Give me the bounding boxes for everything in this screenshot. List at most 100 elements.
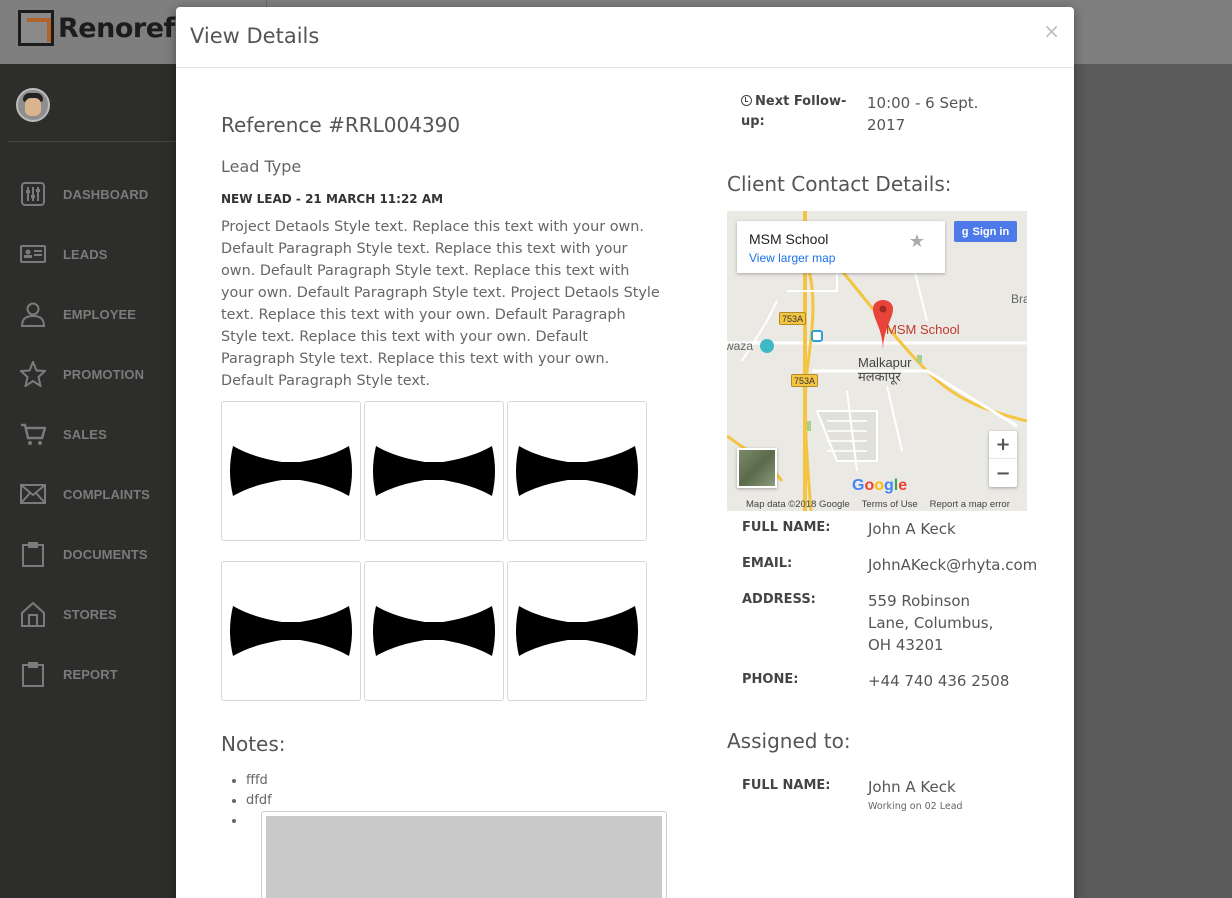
sign-in-label: Sign in bbox=[972, 225, 1010, 238]
sliders-icon bbox=[18, 179, 48, 209]
field-label: ADDRESS: bbox=[742, 592, 816, 607]
sidebar-item-complaints[interactable]: COMPLAINTS bbox=[0, 464, 176, 524]
note-input[interactable] bbox=[261, 811, 667, 898]
client-phone[interactable]: +44 740 436 2508 bbox=[868, 670, 1048, 692]
field-label: PHONE: bbox=[742, 672, 799, 687]
lead-type-heading: Lead Type bbox=[221, 157, 302, 176]
map-pin-label: MSM School bbox=[886, 322, 960, 337]
map-town-label: Malkapur मलकापूर bbox=[858, 355, 912, 384]
gallery-image[interactable] bbox=[507, 401, 647, 541]
sidebar-item-documents[interactable]: DOCUMENTS bbox=[0, 524, 176, 584]
bow-tie-icon bbox=[230, 606, 352, 656]
clipboard-icon bbox=[18, 539, 48, 569]
clock-icon bbox=[741, 95, 752, 106]
sidebar-divider bbox=[8, 141, 176, 142]
sidebar-item-label: LEADS bbox=[63, 246, 108, 262]
assignee-name: John A Keck bbox=[868, 778, 956, 796]
sidebar-item-employee[interactable]: EMPLOYEE bbox=[0, 284, 176, 344]
clipboard-icon bbox=[18, 659, 48, 689]
note-input-area bbox=[266, 816, 662, 898]
envelope-icon bbox=[18, 479, 48, 509]
map-attribution: Map data ©2018 Google Terms of Use Repor… bbox=[727, 497, 1027, 511]
follow-up-row: Next Follow-up: 10:00 - 6 Sept. 2017 bbox=[741, 92, 997, 136]
report-map-error-link[interactable]: Report a map error bbox=[930, 499, 1010, 510]
sidebar-item-label: REPORT bbox=[63, 666, 118, 682]
map-edge-label: Bra bbox=[1011, 292, 1027, 306]
modal-title: View Details bbox=[190, 24, 320, 48]
map-info-card: MSM School View larger map ★ bbox=[737, 221, 945, 273]
map-data-text: Map data ©2018 Google bbox=[746, 498, 850, 510]
sidebar-item-label: COMPLAINTS bbox=[63, 486, 150, 502]
sidebar-item-label: STORES bbox=[63, 606, 117, 622]
assigned-to-heading: Assigned to: bbox=[727, 729, 851, 753]
sidebar-item-label: EMPLOYEE bbox=[63, 306, 137, 322]
notes-heading: Notes: bbox=[221, 732, 286, 756]
sidebar-item-label: DASHBOARD bbox=[63, 186, 149, 202]
map-edge-label: waza bbox=[727, 339, 754, 353]
gallery-image[interactable] bbox=[364, 401, 504, 541]
gallery-image[interactable] bbox=[364, 561, 504, 701]
google-g-icon: g bbox=[961, 225, 969, 238]
assignee-workload: Working on 02 Lead bbox=[868, 801, 963, 812]
reference-number: Reference #RRL004390 bbox=[221, 113, 461, 137]
sidebar-item-promotion[interactable]: PROMOTION bbox=[0, 344, 176, 404]
map-place-name: MSM School bbox=[749, 231, 829, 247]
bow-tie-icon bbox=[230, 446, 352, 496]
store-icon bbox=[18, 599, 48, 629]
field-label: FULL NAME: bbox=[742, 778, 831, 793]
note-item: dfdf bbox=[246, 791, 272, 811]
client-email-row: EMAIL: JohnAKeck@rhyta.com bbox=[742, 554, 1068, 576]
cart-icon bbox=[18, 419, 48, 449]
sidebar-nav: DASHBOARD LEADS EMPLOYEE PROMOTION SALES bbox=[0, 164, 176, 704]
satellite-toggle[interactable] bbox=[737, 448, 777, 488]
gallery-image[interactable] bbox=[221, 561, 361, 701]
sidebar-item-label: SALES bbox=[63, 426, 107, 442]
field-label: EMAIL: bbox=[742, 556, 793, 571]
close-button[interactable]: × bbox=[1043, 19, 1060, 43]
follow-up-label: Next Follow-up: bbox=[741, 92, 867, 136]
sidebar-item-report[interactable]: REPORT bbox=[0, 644, 176, 704]
sidebar-item-leads[interactable]: LEADS bbox=[0, 224, 176, 284]
client-name-row: FULL NAME: John A Keck bbox=[742, 518, 1048, 540]
location-map[interactable]: 753A 753A MSM School View larger map ★ g… bbox=[727, 211, 1027, 511]
field-label: FULL NAME: bbox=[742, 520, 831, 535]
map-zoom-control: + − bbox=[989, 431, 1017, 487]
follow-up-value: 10:00 - 6 Sept. 2017 bbox=[867, 94, 979, 134]
image-gallery bbox=[221, 401, 651, 701]
note-item: fffd bbox=[246, 771, 272, 791]
logo-mark-icon bbox=[18, 10, 54, 46]
lead-description: Project Detaols Style text. Replace this… bbox=[221, 219, 660, 389]
google-logo: Google bbox=[852, 477, 908, 494]
map-sign-in-button[interactable]: g Sign in bbox=[954, 221, 1017, 242]
star-icon bbox=[18, 359, 48, 389]
avatar[interactable] bbox=[16, 88, 50, 122]
app-logo[interactable]: Renorefe bbox=[18, 10, 193, 46]
lead-status: NEW LEAD - 21 MARCH 11:22 AM bbox=[221, 192, 444, 206]
view-details-modal: View Details × Reference #RRL004390 Lead… bbox=[176, 7, 1074, 898]
sidebar-item-label: PROMOTION bbox=[63, 366, 145, 382]
id-card-icon bbox=[18, 239, 48, 269]
sidebar-item-stores[interactable]: STORES bbox=[0, 584, 176, 644]
zoom-out-button[interactable]: − bbox=[989, 459, 1017, 487]
save-star-icon[interactable]: ★ bbox=[909, 231, 925, 252]
client-address: 559 Robinson Lane, Columbus, OH 43201 bbox=[868, 592, 994, 654]
assignee-info: John A Keck Working on 02 Lead bbox=[868, 776, 1048, 814]
gallery-image[interactable] bbox=[221, 401, 361, 541]
bow-tie-icon bbox=[373, 446, 495, 496]
zoom-in-button[interactable]: + bbox=[989, 431, 1017, 459]
sidebar-item-sales[interactable]: SALES bbox=[0, 404, 176, 464]
bow-tie-icon bbox=[516, 606, 638, 656]
gallery-image[interactable] bbox=[507, 561, 647, 701]
sidebar-item-dashboard[interactable]: DASHBOARD bbox=[0, 164, 176, 224]
assignee-row: FULL NAME: John A Keck Working on 02 Lea… bbox=[742, 776, 1048, 814]
view-larger-map-link[interactable]: View larger map bbox=[749, 251, 835, 265]
highway-badge: 753A bbox=[779, 312, 806, 325]
user-icon bbox=[18, 299, 48, 329]
sidebar-item-label: DOCUMENTS bbox=[63, 546, 148, 562]
client-phone-row: PHONE: +44 740 436 2508 bbox=[742, 670, 1048, 692]
terms-of-use-link[interactable]: Terms of Use bbox=[862, 499, 918, 510]
client-address-row: ADDRESS: 559 Robinson Lane, Columbus, OH… bbox=[742, 590, 1003, 656]
logo-text: Renorefe bbox=[58, 12, 193, 44]
client-email[interactable]: JohnAKeck@rhyta.com bbox=[868, 554, 1068, 576]
sidebar: DASHBOARD LEADS EMPLOYEE PROMOTION SALES bbox=[0, 64, 176, 898]
